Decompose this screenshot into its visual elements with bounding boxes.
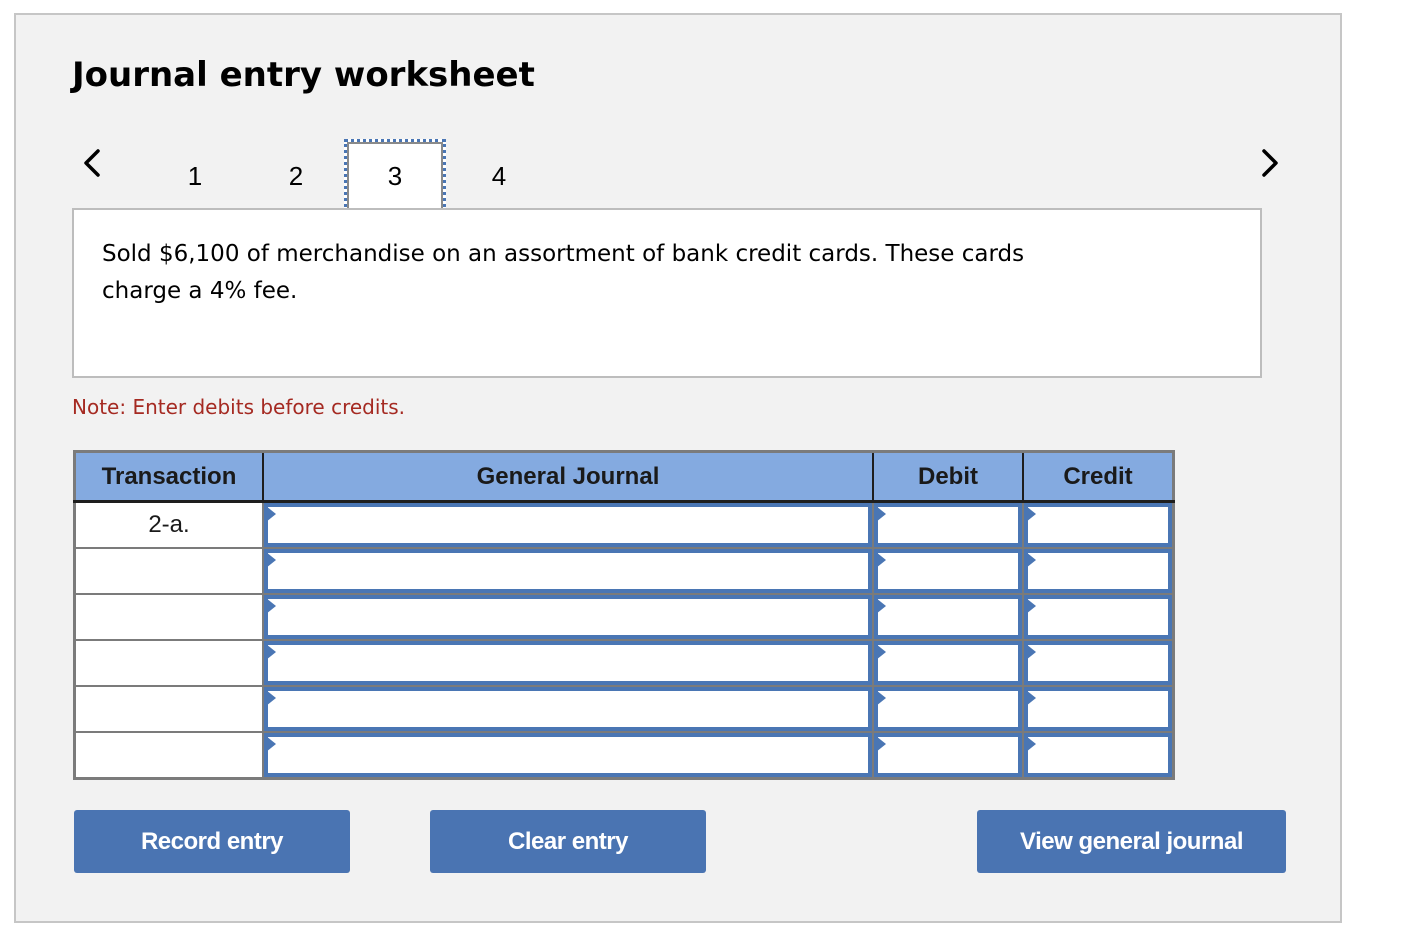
- tab-4[interactable]: 4: [448, 139, 550, 213]
- tab-1[interactable]: 1: [144, 139, 246, 213]
- chevron-right-icon: [1262, 149, 1278, 177]
- next-button[interactable]: [1250, 143, 1290, 183]
- transaction-cell: [73, 547, 264, 595]
- page-title: Journal entry worksheet: [72, 55, 535, 95]
- journal-table: Transaction General Journal Debit Credit…: [73, 450, 1175, 780]
- header-general-journal: General Journal: [263, 451, 874, 503]
- debit-input[interactable]: [874, 687, 1022, 731]
- transaction-cell: [73, 731, 264, 780]
- credit-input[interactable]: [1024, 503, 1172, 547]
- table-row: [73, 731, 1175, 780]
- tab-label: 3: [387, 160, 403, 191]
- header-transaction: Transaction: [74, 451, 264, 503]
- tab-label: 2: [288, 160, 304, 191]
- chevron-left-icon: [84, 149, 100, 177]
- tab-3[interactable]: 3: [344, 139, 446, 213]
- debit-input[interactable]: [874, 549, 1022, 593]
- table-header-row: Transaction General Journal Debit Credit: [74, 451, 1174, 503]
- record-entry-button[interactable]: Record entry: [74, 810, 350, 873]
- table-row: 2-a.: [73, 500, 1175, 549]
- table-row: [73, 685, 1175, 733]
- header-credit: Credit: [1023, 451, 1174, 503]
- header-debit: Debit: [873, 451, 1024, 503]
- table-row: [73, 593, 1175, 641]
- tab-label: 4: [491, 160, 507, 191]
- account-input[interactable]: [264, 503, 872, 547]
- view-general-journal-button[interactable]: View general journal: [977, 810, 1286, 873]
- transaction-cell: 2-a.: [73, 500, 264, 549]
- transaction-cell: [73, 593, 264, 641]
- credit-input[interactable]: [1024, 549, 1172, 593]
- table-row: [73, 639, 1175, 687]
- prev-button[interactable]: [72, 143, 112, 183]
- clear-entry-button[interactable]: Clear entry: [430, 810, 706, 873]
- account-input[interactable]: [264, 595, 872, 639]
- transaction-cell: [73, 639, 264, 687]
- account-input[interactable]: [264, 641, 872, 685]
- credit-input[interactable]: [1024, 733, 1172, 777]
- credit-input[interactable]: [1024, 641, 1172, 685]
- credit-input[interactable]: [1024, 687, 1172, 731]
- tab-label: 1: [187, 160, 203, 191]
- question-text: Sold $6,100 of merchandise on an assortm…: [102, 241, 1025, 304]
- question-box: Sold $6,100 of merchandise on an assortm…: [72, 208, 1262, 378]
- tab-2[interactable]: 2: [245, 139, 347, 213]
- table-row: [73, 547, 1175, 595]
- note-text: Note: Enter debits before credits.: [72, 395, 406, 419]
- worksheet-panel: Journal entry worksheet 1 2 3 4 Sold $6,…: [14, 13, 1342, 923]
- account-input[interactable]: [264, 733, 872, 777]
- debit-input[interactable]: [874, 641, 1022, 685]
- debit-input[interactable]: [874, 595, 1022, 639]
- debit-input[interactable]: [874, 733, 1022, 777]
- debit-input[interactable]: [874, 503, 1022, 547]
- account-input[interactable]: [264, 549, 872, 593]
- account-input[interactable]: [264, 687, 872, 731]
- transaction-cell: [73, 685, 264, 733]
- credit-input[interactable]: [1024, 595, 1172, 639]
